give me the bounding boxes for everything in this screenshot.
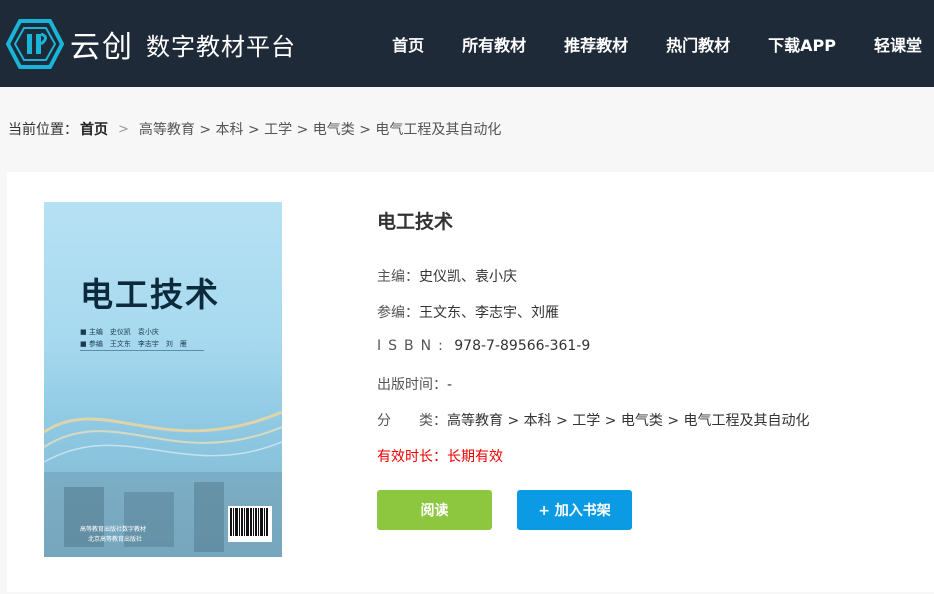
chief-editor-label: 主编： [377, 269, 419, 285]
brand-subtitle: 数字教材平台 [146, 32, 296, 61]
pub-time-row: 出版时间：- [377, 374, 452, 394]
co-editors-value: 王文东、李志宇、刘雁 [419, 305, 559, 321]
nav-all-textbooks[interactable]: 所有教材 [462, 32, 526, 56]
isbn-value: 978-7-89566-361-9 [454, 338, 591, 354]
pub-time-label: 出版时间： [377, 377, 447, 393]
add-to-shelf-button[interactable]: + 加入书架 [517, 490, 632, 530]
breadcrumb-label: 当前位置： [8, 122, 78, 138]
chief-editor-row: 主编：史仪凯、袁小庆 [377, 266, 517, 286]
cover-divider [80, 350, 204, 351]
co-editors-row: 参编：王文东、李志宇、刘雁 [377, 302, 559, 322]
pub-time-value: - [447, 377, 453, 393]
breadcrumb-home[interactable]: 首页 [80, 119, 108, 139]
top-header: 云创 数字教材平台 首页 所有教材 推荐教材 热门教材 下载APP 轻课堂 [0, 0, 934, 87]
breadcrumb-path[interactable]: 高等教育 > 本科 > 工学 > 电气类 > 电气工程及其自动化 [139, 119, 502, 139]
isbn-row: ISBN: 978-7-89566-361-9 [377, 338, 590, 354]
chevron-right-icon: > [118, 121, 129, 137]
nav-light-class[interactable]: 轻课堂 [874, 32, 922, 56]
cover-publisher-line2: 北京高等教育出版社 [88, 536, 143, 543]
nav-popular[interactable]: 热门教材 [666, 32, 730, 56]
nav-download-app[interactable]: 下载APP [768, 32, 836, 56]
breadcrumb: 当前位置： 首页 > 高等教育 > 本科 > 工学 > 电气类 > 电气工程及其… [8, 119, 501, 139]
book-detail-card: 电工技术 ■ 主编 史仪凯 袁小庆 ■ 参编 王文东 李志宇 刘 雁 高等教育出… [7, 172, 934, 592]
validity-row: 有效时长：长期有效 [377, 446, 503, 466]
validity-label: 有效时长： [377, 449, 447, 465]
category-row: 分 类：高等教育 > 本科 > 工学 > 电气类 > 电气工程及其自动化 [377, 410, 810, 430]
nav-home[interactable]: 首页 [392, 32, 424, 56]
chief-editor-value: 史仪凯、袁小庆 [419, 269, 517, 285]
brand-name: 云创 [70, 30, 134, 65]
main-nav: 首页 所有教材 推荐教材 热门教材 下载APP 轻课堂 [392, 0, 934, 87]
category-value: 高等教育 > 本科 > 工学 > 电气类 > 电气工程及其自动化 [447, 413, 810, 429]
cover-title: 电工技术 [80, 275, 220, 314]
category-label: 分 类： [377, 413, 447, 429]
cover-editors: ■ 主编 史仪凯 袁小庆 [80, 328, 159, 336]
read-button[interactable]: 阅读 [377, 490, 492, 530]
cover-co-editors: ■ 参编 王文东 李志宇 刘 雁 [80, 340, 187, 348]
logo-icon [6, 19, 64, 69]
book-cover[interactable]: 电工技术 ■ 主编 史仪凯 袁小庆 ■ 参编 王文东 李志宇 刘 雁 高等教育出… [44, 202, 282, 557]
barcode-icon [228, 506, 272, 542]
co-editors-label: 参编： [377, 305, 419, 321]
isbn-label: ISBN: [377, 338, 450, 354]
validity-value: 长期有效 [447, 449, 503, 465]
cover-publisher-line1: 高等教育出版社数字教材 [80, 526, 147, 533]
nav-recommended[interactable]: 推荐教材 [564, 32, 628, 56]
book-title: 电工技术 [377, 211, 454, 233]
site-logo[interactable]: 云创 数字教材平台 [6, 16, 296, 72]
